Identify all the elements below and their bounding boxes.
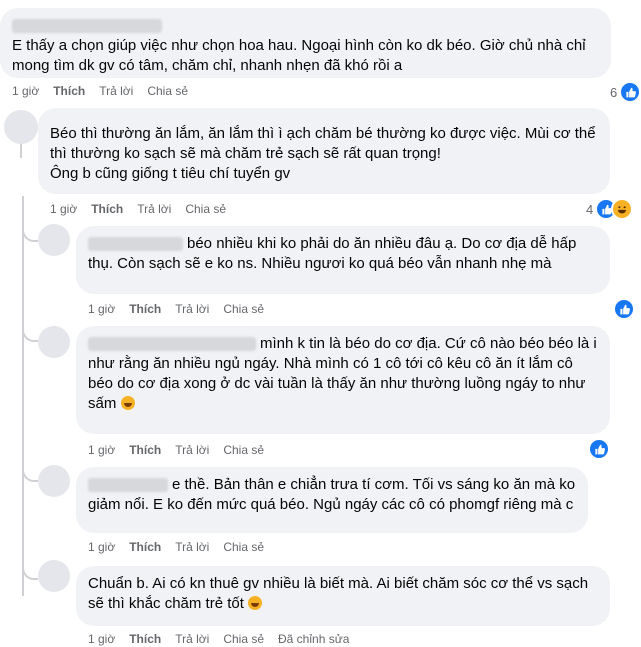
comment-text-line: giảm nổi. E ko đến mức quá béo. Ngủ ngáy… (88, 496, 574, 513)
thumbs-up-icon (619, 81, 641, 103)
avatar[interactable] (38, 560, 70, 592)
comment-actions: 1 giờ Thích Trả lời Chia sẻ (12, 84, 202, 98)
reaction-summary[interactable]: 6 (610, 81, 641, 103)
thread-connector (22, 462, 38, 482)
commenter-name-redacted (88, 478, 168, 493)
reply-bubble: béo nhiều khi ko phải do ăn nhiều đâu ạ.… (76, 226, 610, 294)
like-link[interactable]: Thích (129, 443, 161, 457)
comment-text-line: Ông b cũng giống t tiêu chí tuyển gv (50, 165, 291, 182)
reaction-count: 6 (610, 84, 618, 100)
reaction-summary[interactable] (588, 438, 610, 460)
comment-text: sấm (88, 395, 117, 412)
comment-text-line: thì thường ko sạch sẽ mà chăm trẻ sạch s… (50, 145, 441, 162)
thread-connector (22, 320, 38, 342)
reply-link[interactable]: Trả lời (175, 443, 209, 457)
reply-bubble: mình k tin là béo do cơ địa. Cứ cô nào b… (76, 326, 610, 434)
comment-actions: 1 giờ Thích Trả lời Chia sẻ Đã chỉnh sửa (88, 632, 363, 646)
commenter-name-redacted (88, 337, 256, 352)
thumbs-up-icon (588, 438, 610, 460)
share-link[interactable]: Chia sẻ (185, 202, 226, 216)
commenter-name-redacted (50, 116, 598, 122)
comment-text: e thề. Bản thân e chiẳn trưa tí cơm. Tối… (172, 476, 576, 493)
comment-time[interactable]: 1 giờ (88, 443, 115, 457)
comment-bubble: E thấy a chọn giúp việc như chọn hoa hau… (0, 8, 611, 78)
grinning-emoji-icon (248, 596, 263, 610)
reaction-summary[interactable] (613, 298, 635, 320)
laughing-emoji-icon (120, 396, 135, 410)
comment-text-line: sẽ thì khắc chăm trẻ tốt (88, 594, 598, 614)
comment-text-line: béo do cơ địa xong ở dc vài tuần là thấy… (88, 375, 586, 392)
avatar[interactable] (38, 326, 70, 358)
reply-link[interactable]: Trả lời (175, 540, 209, 554)
comment-text-line: sấm (88, 394, 598, 414)
comment-text-line: mong tìm dk gv có tâm, chăm chỉ, nhanh n… (12, 57, 403, 74)
like-link[interactable]: Thích (129, 302, 161, 316)
share-link[interactable]: Chia sẻ (223, 632, 264, 646)
like-link[interactable]: Thích (129, 540, 161, 554)
comment-text-line: thụ. Còn sạch sẽ e ko ns. Nhiều ngươi ko… (88, 255, 552, 272)
edited-label[interactable]: Đã chỉnh sửa (278, 632, 349, 646)
avatar[interactable] (38, 465, 70, 497)
thumbs-up-icon (613, 298, 635, 320)
comment-time[interactable]: 1 giờ (50, 202, 77, 216)
reaction-count: 4 (586, 201, 594, 217)
comment-text-line: Chuẩn b. Ai có kn thuê gv nhiều là biết … (88, 575, 589, 592)
comment-text: sẽ thì khắc chăm trẻ tốt (88, 595, 244, 612)
comment-time[interactable]: 1 giờ (88, 540, 115, 554)
reply-link[interactable]: Trả lời (175, 302, 209, 316)
thread-connector (22, 560, 38, 580)
comment-time[interactable]: 1 giờ (12, 84, 39, 98)
comment-actions: 1 giờ Thích Trả lời Chia sẻ (50, 202, 240, 216)
like-link[interactable]: Thích (129, 632, 161, 646)
comment-text-line: e thề. Bản thân e chiẳn trưa tí cơm. Tối… (88, 475, 576, 495)
reaction-summary[interactable]: 4 (586, 198, 634, 220)
share-link[interactable]: Chia sẻ (223, 443, 264, 457)
comment-text: béo nhiều khi ko phải do ăn nhiều đâu ạ.… (187, 235, 577, 252)
commenter-name-redacted (88, 237, 183, 252)
like-link[interactable]: Thích (53, 84, 85, 98)
reply-link[interactable]: Trả lời (137, 202, 171, 216)
share-link[interactable]: Chia sẻ (223, 302, 264, 316)
share-link[interactable]: Chia sẻ (223, 540, 264, 554)
comment-text-line: béo nhiều khi ko phải do ăn nhiều đâu ạ.… (88, 234, 598, 254)
comment-bubble: Béo thì thường ăn lắm, ăn lắm thì ì ạch … (38, 108, 610, 194)
comment-time[interactable]: 1 giờ (88, 302, 115, 316)
comment-actions: 1 giờ Thích Trả lời Chia sẻ (88, 302, 278, 316)
comment-text-line: E thấy a chọn giúp việc như chọn hoa hau… (12, 37, 586, 54)
reply-link[interactable]: Trả lời (175, 632, 209, 646)
comment-actions: 1 giờ Thích Trả lời Chia sẻ (88, 540, 278, 554)
commenter-name-redacted (12, 16, 599, 34)
avatar[interactable] (38, 224, 70, 256)
reply-bubble: e thề. Bản thân e chiẳn trưa tí cơm. Tối… (76, 467, 588, 533)
comment-text: mình k tin là béo do cơ địa. Cứ cô nào b… (260, 335, 597, 352)
thread-line (22, 196, 24, 596)
share-link[interactable]: Chia sẻ (147, 84, 188, 98)
reply-bubble: Chuẩn b. Ai có kn thuê gv nhiều là biết … (76, 566, 610, 626)
thread-connector (22, 220, 38, 242)
comment-text-line: Béo thì thường ăn lắm, ăn lắm thì ì ạch … (50, 125, 596, 142)
laughing-emoji-icon (611, 198, 634, 220)
comment-text-line: như rằng ăn nhiều ngủ ngáy. Nhà mình có … (88, 355, 573, 372)
reply-link[interactable]: Trả lời (99, 84, 133, 98)
comment-text-line: mình k tin là béo do cơ địa. Cứ cô nào b… (88, 334, 598, 354)
comment-actions: 1 giờ Thích Trả lời Chia sẻ (88, 443, 278, 457)
like-link[interactable]: Thích (91, 202, 123, 216)
avatar[interactable] (4, 110, 38, 144)
comment-time[interactable]: 1 giờ (88, 632, 115, 646)
